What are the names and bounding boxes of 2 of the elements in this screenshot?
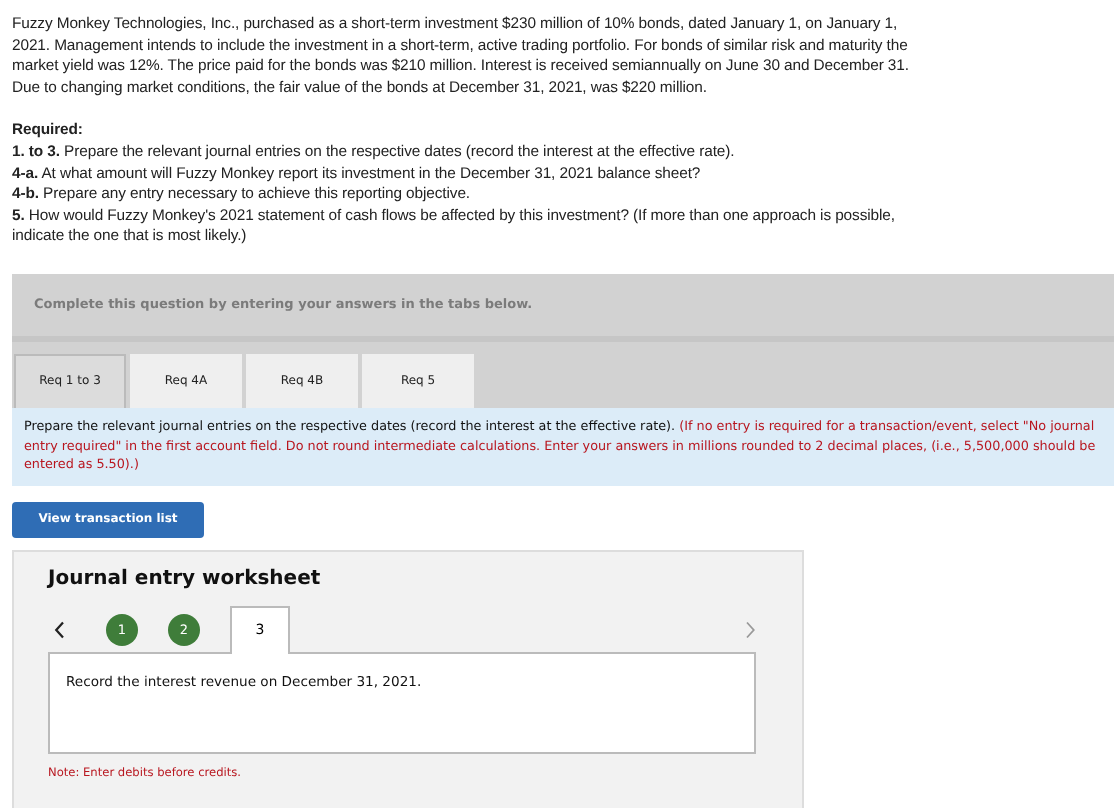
chevron-left-icon[interactable] — [54, 619, 66, 640]
worksheet-title: Journal entry worksheet — [48, 567, 323, 590]
